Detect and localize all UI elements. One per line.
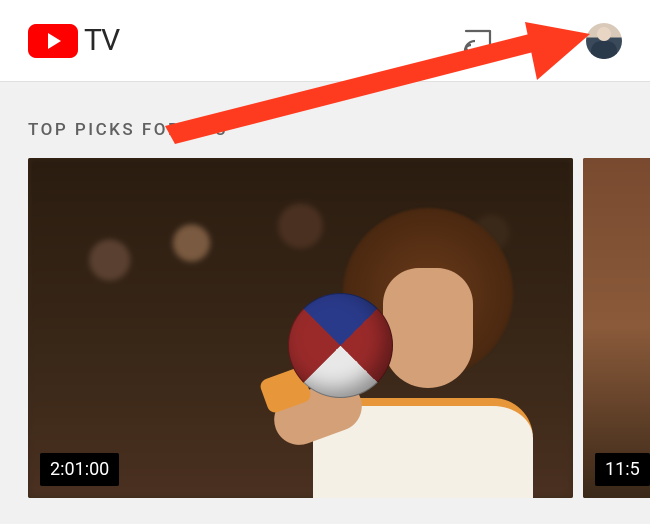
app-header: TV xyxy=(0,0,650,82)
video-thumbnail xyxy=(583,158,650,498)
cast-icon[interactable] xyxy=(462,25,494,57)
video-carousel[interactable]: 2:01:00 11:5 xyxy=(0,158,650,498)
logo-tv-text: TV xyxy=(84,23,119,58)
youtube-play-badge xyxy=(28,24,78,58)
video-card[interactable]: 2:01:00 xyxy=(28,158,573,498)
header-actions xyxy=(462,23,622,59)
search-icon[interactable] xyxy=(524,25,556,57)
duration-badge: 2:01:00 xyxy=(40,453,119,486)
duration-badge: 11:5 xyxy=(595,453,650,486)
youtube-tv-logo[interactable]: TV xyxy=(28,23,119,58)
play-triangle-icon xyxy=(48,33,61,49)
section-heading: TOP PICKS FOR YOU xyxy=(0,82,650,158)
profile-avatar[interactable] xyxy=(586,23,622,59)
video-thumbnail xyxy=(28,158,573,498)
video-card[interactable]: 11:5 xyxy=(583,158,650,498)
